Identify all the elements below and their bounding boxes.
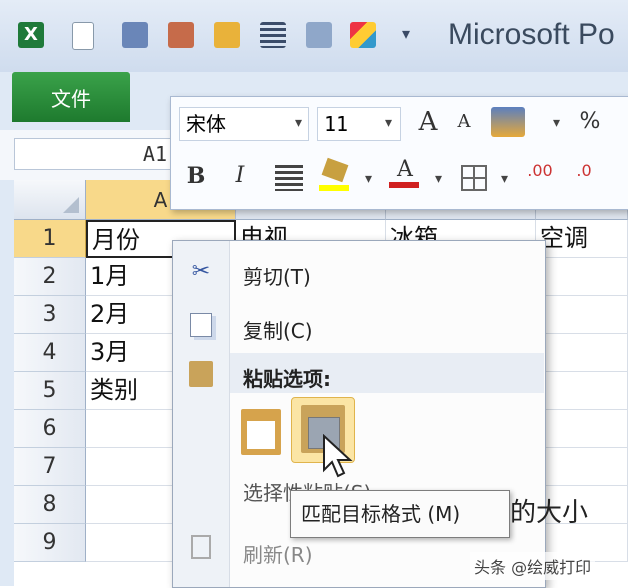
mouse-cursor-icon [322, 433, 354, 484]
customize-quick-access-icon[interactable]: ▾ [402, 24, 410, 43]
app-title: Microsoft Po [448, 18, 615, 51]
refresh-icon [185, 535, 217, 565]
mini-toolbar: 宋体 ▾ 11 ▾ A A ▾ % B I ▾ A ▾ ▾ .00 .0 [170, 96, 628, 210]
accounting-format-icon[interactable] [491, 107, 525, 137]
percent-button[interactable]: % [575, 109, 605, 134]
font-name-dropdown-icon[interactable]: ▾ [295, 115, 302, 131]
select-all-corner[interactable] [14, 180, 86, 220]
cell[interactable] [536, 448, 628, 486]
row-header-3[interactable]: 3 [14, 296, 86, 334]
align-icon[interactable] [260, 22, 286, 48]
cell[interactable] [536, 372, 628, 410]
row-header-8[interactable]: 8 [14, 486, 86, 524]
form-icon[interactable] [306, 22, 332, 48]
excel-logo-icon: X [18, 22, 44, 48]
name-box[interactable]: A1 [14, 138, 174, 170]
font-color-bar [389, 182, 419, 188]
paste-default-button[interactable] [235, 403, 287, 461]
accounting-dropdown-icon[interactable]: ▾ [553, 115, 560, 131]
font-color-button[interactable]: A [389, 157, 421, 188]
font-name-box[interactable]: 宋体 [179, 107, 309, 141]
italic-button[interactable]: I [227, 163, 253, 188]
row-header-9[interactable]: 9 [14, 524, 86, 562]
fill-color-dropdown-icon[interactable]: ▾ [365, 171, 372, 187]
select-all-icon [63, 197, 79, 213]
cell[interactable] [536, 410, 628, 448]
paste-clipboard-icon [241, 409, 281, 455]
scissors-icon: ✂ [191, 259, 211, 284]
fill-color-button[interactable] [319, 157, 351, 193]
font-color-letter: A [397, 157, 413, 182]
cell[interactable] [536, 258, 628, 296]
menu-item-copy[interactable]: 复制(C) [243, 315, 313, 344]
tooltip: 匹配目标格式 (M) [290, 490, 510, 538]
copy-icon [185, 313, 217, 343]
center-align-icon[interactable] [275, 165, 303, 191]
borders-icon[interactable] [461, 165, 487, 191]
cell-text-behind: 的大小 [510, 498, 589, 528]
row-header-7[interactable]: 7 [14, 448, 86, 486]
open-folder-icon[interactable] [214, 22, 240, 48]
bold-button[interactable]: B [183, 163, 209, 189]
fill-color-bar [319, 185, 349, 191]
shrink-font-button[interactable]: A [451, 111, 477, 132]
row-header-5[interactable]: 5 [14, 372, 86, 410]
row-header-6[interactable]: 6 [14, 410, 86, 448]
cell[interactable] [536, 334, 628, 372]
clipboard-icon [185, 361, 217, 391]
cell[interactable]: 空调 [536, 220, 628, 258]
borders-dropdown-icon[interactable]: ▾ [501, 171, 508, 187]
font-size-dropdown-icon[interactable]: ▾ [385, 115, 392, 131]
row-header-2[interactable]: 2 [14, 258, 86, 296]
title-bar: X ▾ Microsoft Po [0, 0, 628, 73]
menu-item-refresh: 刷新(R) [243, 543, 313, 567]
paste-options-label: 粘贴选项: [243, 367, 331, 391]
decrease-decimal-icon[interactable]: .0 [567, 161, 601, 180]
row-header-4[interactable]: 4 [14, 334, 86, 372]
cell[interactable] [536, 296, 628, 334]
increase-decimal-icon[interactable]: .00 [523, 161, 557, 180]
font-color-dropdown-icon[interactable]: ▾ [435, 171, 442, 187]
grow-font-button[interactable]: A [413, 107, 443, 137]
watermark: 头条 @绘威打印 [470, 552, 596, 580]
print-preview-icon[interactable] [168, 22, 194, 48]
new-document-icon[interactable] [72, 22, 94, 50]
menu-item-cut[interactable]: 剪切(T) [243, 261, 311, 290]
paint-bucket-icon [321, 157, 349, 183]
picture-icon[interactable] [350, 22, 376, 48]
row-header-1[interactable]: 1 [14, 220, 86, 258]
file-tab[interactable]: 文件 [12, 72, 130, 122]
save-icon[interactable] [122, 22, 148, 48]
